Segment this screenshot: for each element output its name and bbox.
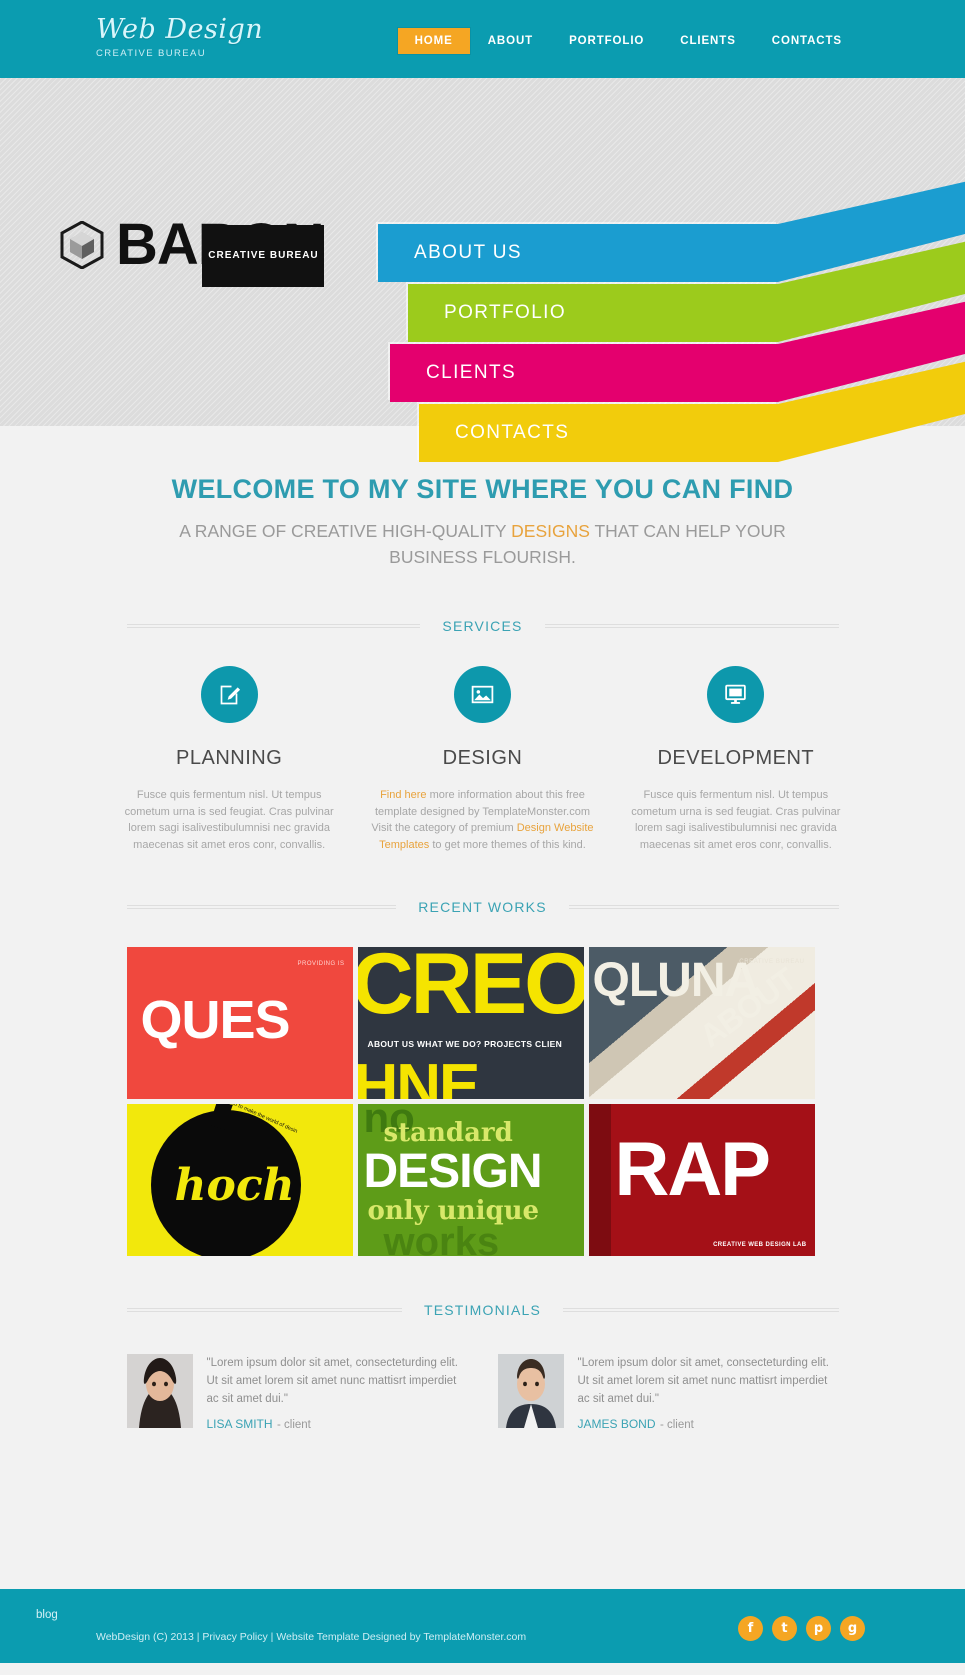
logo-subtitle: CREATIVE BUREAU bbox=[96, 48, 207, 59]
ribbon-label-about-us: ABOUT US bbox=[414, 242, 522, 263]
section-heading-recent-works: RECENT WORKS bbox=[418, 899, 547, 915]
portfolio-item-ques[interactable]: PROVIDING IS QUES bbox=[126, 947, 353, 1099]
google-plus-icon[interactable]: g bbox=[840, 1616, 865, 1641]
portfolio-item-hoch[interactable]: hoch Hey you! Click the logo to make the… bbox=[126, 1104, 353, 1256]
divider-line-left bbox=[126, 1308, 402, 1312]
ribbon-face-clients: CLIENTS bbox=[390, 344, 778, 402]
facebook-icon[interactable]: f bbox=[738, 1616, 763, 1641]
avatar-lisa-smith bbox=[126, 1354, 193, 1428]
portfolio-creo-title: CREO bbox=[357, 947, 584, 1032]
nav-item-portfolio[interactable]: PORTFOLIO bbox=[551, 28, 662, 54]
service-card-design: DESIGN Find here more information about … bbox=[356, 666, 609, 853]
nav-item-contacts[interactable]: CONTACTS bbox=[754, 28, 860, 54]
nav-item-about[interactable]: ABOUT bbox=[470, 28, 551, 54]
ribbon-face-about-us: ABOUT US bbox=[378, 224, 778, 282]
testimonial-name-lisa-smith[interactable]: LISA SMITH bbox=[207, 1417, 273, 1431]
portfolio-hoch-title: hoch bbox=[174, 1160, 295, 1211]
service-card-planning: PLANNING Fusce quis fermentum nisl. Ut t… bbox=[103, 666, 356, 853]
testimonial-james-bond: "Lorem ipsum dolor sit amet, consectetur… bbox=[497, 1354, 839, 1433]
image-picture-icon bbox=[453, 666, 511, 723]
testimonial-role-james-bond: - client bbox=[659, 1419, 694, 1431]
footer-social-links: f t p g bbox=[738, 1616, 865, 1641]
service-body-planning: Fusce quis fermentum nisl. Ut tempus com… bbox=[124, 789, 334, 851]
section-divider-recent-works: RECENT WORKS bbox=[126, 899, 839, 915]
divider-line-left bbox=[126, 905, 397, 909]
divider-line-right bbox=[568, 905, 839, 909]
section-divider-services: SERVICES bbox=[126, 618, 839, 634]
portfolio-rap-sub: CREATIVE WEB DESIGN LAB bbox=[713, 1242, 807, 1248]
pinterest-icon[interactable]: p bbox=[806, 1616, 831, 1641]
portfolio-item-rap[interactable]: RAP CREATIVE WEB DESIGN LAB bbox=[588, 1104, 815, 1256]
testimonial-role-lisa-smith: - client bbox=[276, 1419, 311, 1431]
services-list: PLANNING Fusce quis fermentum nisl. Ut t… bbox=[103, 666, 863, 853]
site-header: Web Design CREATIVE BUREAU HOME ABOUT PO… bbox=[0, 0, 965, 78]
service-title-development: DEVELOPMENT bbox=[657, 747, 815, 769]
portfolio-item-creo[interactable]: CREO ABOUT US WHAT WE DO? PROJECTS CLIEN… bbox=[357, 947, 584, 1099]
subtitle-highlight: DESIGNS bbox=[511, 521, 590, 541]
service-link-find-here[interactable]: Find here bbox=[380, 789, 426, 801]
portfolio-qluna-sub: CREATIVE BUREAU bbox=[739, 959, 805, 965]
portfolio-creo-bottom: HNE bbox=[357, 1052, 481, 1099]
service-body-development: Fusce quis fermentum nisl. Ut tempus com… bbox=[631, 789, 841, 851]
monitor-desktop-icon bbox=[707, 666, 765, 723]
ribbon-label-portfolio: PORTFOLIO bbox=[444, 302, 567, 323]
portfolio-creo-nav: ABOUT US WHAT WE DO? PROJECTS CLIEN bbox=[367, 1039, 563, 1049]
section-heading-testimonials: TESTIMONIALS bbox=[423, 1302, 542, 1318]
portfolio-grid: PROVIDING IS QUES CREO ABOUT US WHAT WE … bbox=[126, 947, 839, 1256]
divider-line-right bbox=[544, 624, 839, 628]
portfolio-item-qluna[interactable]: QLUNA CREATIVE BUREAU ABOUT bbox=[588, 947, 815, 1099]
section-heading-services: SERVICES bbox=[442, 618, 523, 634]
page-title: WELCOME TO MY SITE WHERE YOU CAN FIND bbox=[171, 474, 794, 504]
ribbon-label-clients: CLIENTS bbox=[426, 362, 517, 383]
footer-blog-link[interactable]: blog bbox=[36, 1609, 58, 1621]
site-logo[interactable]: Web Design CREATIVE BUREAU bbox=[96, 14, 263, 59]
portfolio-design-title: DESIGN bbox=[363, 1145, 543, 1198]
avatar-james-bond bbox=[497, 1354, 564, 1428]
logo-title: Web Design bbox=[96, 14, 264, 45]
portfolio-item-design[interactable]: no standard DESIGN only unique works bbox=[357, 1104, 584, 1256]
subtitle-pre: A RANGE OF CREATIVE HIGH-QUALITY bbox=[179, 521, 512, 541]
nav-item-home[interactable]: HOME bbox=[397, 28, 470, 54]
webpage-root: Web Design CREATIVE BUREAU HOME ABOUT PO… bbox=[0, 0, 965, 1675]
page-subtitle: A RANGE OF CREATIVE HIGH-QUALITY DESIGNS… bbox=[143, 518, 823, 570]
portfolio-design-works: works bbox=[383, 1220, 500, 1256]
testimonial-body-lisa-smith: "Lorem ipsum dolor sit amet, consectetur… bbox=[207, 1354, 468, 1433]
portfolio-ques-small: PROVIDING IS bbox=[297, 961, 345, 967]
footer-copyright: WebDesign (C) 2013 | Privacy Policy | We… bbox=[96, 1631, 527, 1643]
portfolio-rap-bar bbox=[588, 1104, 611, 1256]
main-content: WELCOME TO MY SITE WHERE YOU CAN FIND A … bbox=[0, 426, 965, 1433]
testimonial-quote-james-bond: "Lorem ipsum dolor sit amet, consectetur… bbox=[577, 1357, 829, 1405]
service-body-design-part2: to get more themes of this kind. bbox=[429, 838, 586, 851]
hero-banner: BABON CREATIVE BUREAU ABOUT US POR bbox=[0, 78, 965, 462]
twitter-icon[interactable]: t bbox=[772, 1616, 797, 1641]
service-card-development: DEVELOPMENT Fusce quis fermentum nisl. U… bbox=[609, 666, 862, 853]
nav-item-clients[interactable]: CLIENTS bbox=[662, 28, 754, 54]
hero-ribbon-menu: ABOUT US PORTFOLIO CLIENTS CONTACTS bbox=[0, 78, 965, 462]
testimonial-lisa-smith: "Lorem ipsum dolor sit amet, consectetur… bbox=[126, 1354, 468, 1433]
pencil-document-icon bbox=[200, 666, 258, 723]
testimonial-name-james-bond[interactable]: JAMES BOND bbox=[578, 1417, 656, 1431]
ribbon-face-portfolio: PORTFOLIO bbox=[408, 284, 778, 342]
site-footer: blog WebDesign (C) 2013 | Privacy Policy… bbox=[0, 1589, 965, 1663]
testimonials-list: "Lorem ipsum dolor sit amet, consectetur… bbox=[126, 1354, 839, 1433]
service-body-design: Find here more information about this fr… bbox=[370, 787, 595, 853]
portfolio-ques-title: QUES bbox=[140, 990, 291, 1050]
service-title-design: DESIGN bbox=[442, 747, 523, 769]
main-navigation: HOME ABOUT PORTFOLIO CLIENTS CONTACTS bbox=[397, 28, 860, 54]
service-title-planning: PLANNING bbox=[176, 747, 283, 769]
divider-line-left bbox=[126, 624, 421, 628]
section-divider-testimonials: TESTIMONIALS bbox=[126, 1302, 839, 1318]
portfolio-rap-title: RAP bbox=[614, 1127, 771, 1212]
divider-line-right bbox=[563, 1308, 839, 1312]
testimonial-quote-lisa-smith: "Lorem ipsum dolor sit amet, consectetur… bbox=[206, 1357, 458, 1405]
testimonial-body-james-bond: "Lorem ipsum dolor sit amet, consectetur… bbox=[578, 1354, 839, 1433]
